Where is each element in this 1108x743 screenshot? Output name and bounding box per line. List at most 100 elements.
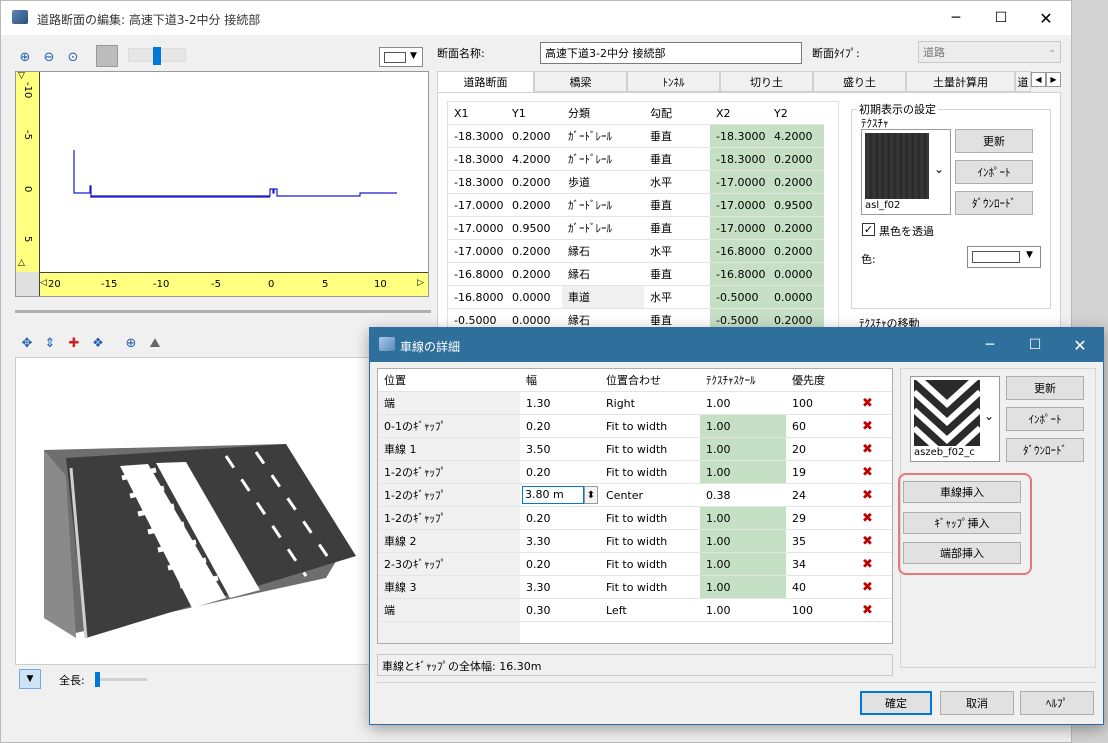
lane-cell[interactable]: 19 <box>786 461 848 484</box>
zoom-in-icon[interactable]: ⊕ <box>17 49 33 65</box>
delete-row-button[interactable]: ✖ <box>848 438 892 461</box>
section-cell[interactable]: -17.0000 <box>448 194 506 217</box>
lane-cell[interactable]: 0.30 <box>520 599 600 622</box>
lane-cell[interactable]: 3.30 <box>520 530 600 553</box>
section-cell[interactable]: 0.2000 <box>768 171 824 194</box>
lane-cell[interactable]: 0.38 <box>700 484 786 507</box>
lane-cell[interactable]: 1.00 <box>700 461 786 484</box>
delete-row-button[interactable]: ✖ <box>848 392 892 415</box>
section-cell[interactable]: 0.2000 <box>768 217 824 240</box>
section-cell[interactable]: -16.8000 <box>448 263 506 286</box>
pane-splitter[interactable] <box>15 310 431 313</box>
zoom-icon[interactable]: ⊕ <box>123 335 139 351</box>
section-cell[interactable]: 垂直 <box>644 194 710 217</box>
total-length-slider[interactable] <box>95 672 147 687</box>
tab-more[interactable]: 道 <box>1015 71 1031 92</box>
lane-cell[interactable]: Fit to width <box>600 553 700 576</box>
lane-cell[interactable]: 100 <box>786 599 848 622</box>
texture-download-button[interactable]: ﾀﾞｳﾝﾛｰﾄﾞ <box>955 191 1033 215</box>
delete-row-button[interactable]: ✖ <box>848 530 892 553</box>
lane-cell[interactable]: Center <box>600 484 700 507</box>
section-cell[interactable]: 垂直 <box>644 125 710 148</box>
dialog-minimize-icon[interactable]: ─ <box>967 328 1013 362</box>
delete-row-button[interactable]: ✖ <box>848 599 892 622</box>
section-cell[interactable]: -18.3000 <box>710 125 768 148</box>
tab-road-section[interactable]: 道路断面 <box>437 71 534 92</box>
move-vertical-icon[interactable]: ⇕ <box>42 335 58 351</box>
delete-row-button[interactable]: ✖ <box>848 507 892 530</box>
section-cell[interactable]: 0.0000 <box>506 286 562 309</box>
section-cell[interactable]: ｶﾞｰﾄﾞﾚｰﾙ <box>562 217 644 240</box>
lane-cell[interactable]: 35 <box>786 530 848 553</box>
lane-cell[interactable]: 1.00 <box>700 576 786 599</box>
tab-cut[interactable]: 切り土 <box>720 71 813 92</box>
section-cell[interactable]: -0.5000 <box>710 286 768 309</box>
section-cell[interactable]: 車道 <box>562 286 644 309</box>
section-cell[interactable]: 0.2000 <box>506 240 562 263</box>
texture-import-button[interactable]: ｲﾝﾎﾟｰﾄ <box>955 160 1033 184</box>
lane-cell[interactable]: 34 <box>786 553 848 576</box>
lane-cell[interactable]: 1.00 <box>700 438 786 461</box>
lane-cell[interactable]: 3.50 <box>520 438 600 461</box>
rotate-icon[interactable]: ✥ <box>19 335 35 351</box>
dialog-close-icon[interactable]: ✕ <box>1057 328 1103 362</box>
insert-end-button[interactable]: 端部挿入 <box>903 542 1021 564</box>
lane-cell[interactable]: 24 <box>786 484 848 507</box>
lane-cell[interactable]: 60 <box>786 415 848 438</box>
dialog-maximize-icon[interactable]: ☐ <box>1012 328 1058 362</box>
section-cell[interactable]: 4.2000 <box>768 125 824 148</box>
lane-cell[interactable]: 0.20 <box>520 461 600 484</box>
color-dropdown[interactable]: ▼ <box>967 246 1041 268</box>
delete-row-button[interactable]: ✖ <box>848 576 892 599</box>
section-cell[interactable]: -16.8000 <box>710 240 768 263</box>
section-cell[interactable]: 歩道 <box>562 171 644 194</box>
lane-cell[interactable]: 3.30 <box>520 576 600 599</box>
cancel-button[interactable]: 取消 <box>940 691 1014 715</box>
section-cell[interactable]: 4.2000 <box>506 148 562 171</box>
lane-cell[interactable]: Fit to width <box>600 461 700 484</box>
section-cell[interactable]: 水平 <box>644 171 710 194</box>
delete-row-button[interactable]: ✖ <box>848 415 892 438</box>
section-cell[interactable]: ｶﾞｰﾄﾞﾚｰﾙ <box>562 125 644 148</box>
zoom-fit-icon[interactable]: ⊙ <box>65 49 81 65</box>
lane-cell[interactable]: 40 <box>786 576 848 599</box>
section-cell[interactable]: 水平 <box>644 286 710 309</box>
lane-cell[interactable]: Fit to width <box>600 438 700 461</box>
section-name-input[interactable]: 高速下道3-2中分 接続部 <box>540 42 802 64</box>
section-cell[interactable]: 0.9500 <box>506 217 562 240</box>
lane-cell[interactable]: 1.00 <box>700 530 786 553</box>
lane-update-button[interactable]: 更新 <box>1006 376 1084 400</box>
section-cell[interactable]: 0.9500 <box>768 194 824 217</box>
section-cell[interactable]: 縁石 <box>562 263 644 286</box>
lane-width-stepper[interactable]: 3.80 m ⬍ <box>520 484 600 507</box>
tab-tunnel[interactable]: ﾄﾝﾈﾙ <box>627 71 720 92</box>
help-button[interactable]: ﾍﾙﾌﾟ <box>1020 691 1094 715</box>
grid-toggle-icon[interactable] <box>96 45 118 67</box>
pan-icon[interactable]: ✚ <box>66 335 82 351</box>
section-cell[interactable]: 0.2000 <box>506 194 562 217</box>
lane-cell[interactable]: Fit to width <box>600 576 700 599</box>
lane-cell[interactable]: 0.20 <box>520 553 600 576</box>
section-cell[interactable]: -16.8000 <box>710 263 768 286</box>
section-cell[interactable]: -17.0000 <box>710 194 768 217</box>
lane-cell[interactable]: 1.00 <box>700 553 786 576</box>
section-cell[interactable]: 0.2000 <box>506 125 562 148</box>
section-cell[interactable]: 垂直 <box>644 263 710 286</box>
lane-cell[interactable]: 1.00 <box>700 392 786 415</box>
lane-cell[interactable]: 0.20 <box>520 415 600 438</box>
lane-download-button[interactable]: ﾀﾞｳﾝﾛｰﾄﾞ <box>1006 438 1084 462</box>
section-cell[interactable]: 0.0000 <box>768 286 824 309</box>
line-color-dropdown[interactable]: ▼ <box>379 47 423 67</box>
profile-view[interactable]: ▽ -10 -5 0 5 △ ◁ 20 -15 -10 -5 0 5 10 ▷ <box>15 71 429 297</box>
lane-cell[interactable]: Right <box>600 392 700 415</box>
chevron-down-icon[interactable]: ⌄ <box>984 409 994 423</box>
lane-import-button[interactable]: ｲﾝﾎﾟｰﾄ <box>1006 407 1084 431</box>
tab-fill[interactable]: 盛り土 <box>813 71 906 92</box>
section-cell[interactable]: 水平 <box>644 240 710 263</box>
maximize-icon[interactable]: ☐ <box>978 1 1024 35</box>
lane-cell[interactable]: 1.30 <box>520 392 600 415</box>
spin-updown-icon[interactable]: ⬍ <box>584 486 598 504</box>
terrain-icon[interactable]: ⛰ <box>147 335 163 351</box>
lane-cell[interactable]: 29 <box>786 507 848 530</box>
section-cell[interactable]: -17.0000 <box>710 217 768 240</box>
